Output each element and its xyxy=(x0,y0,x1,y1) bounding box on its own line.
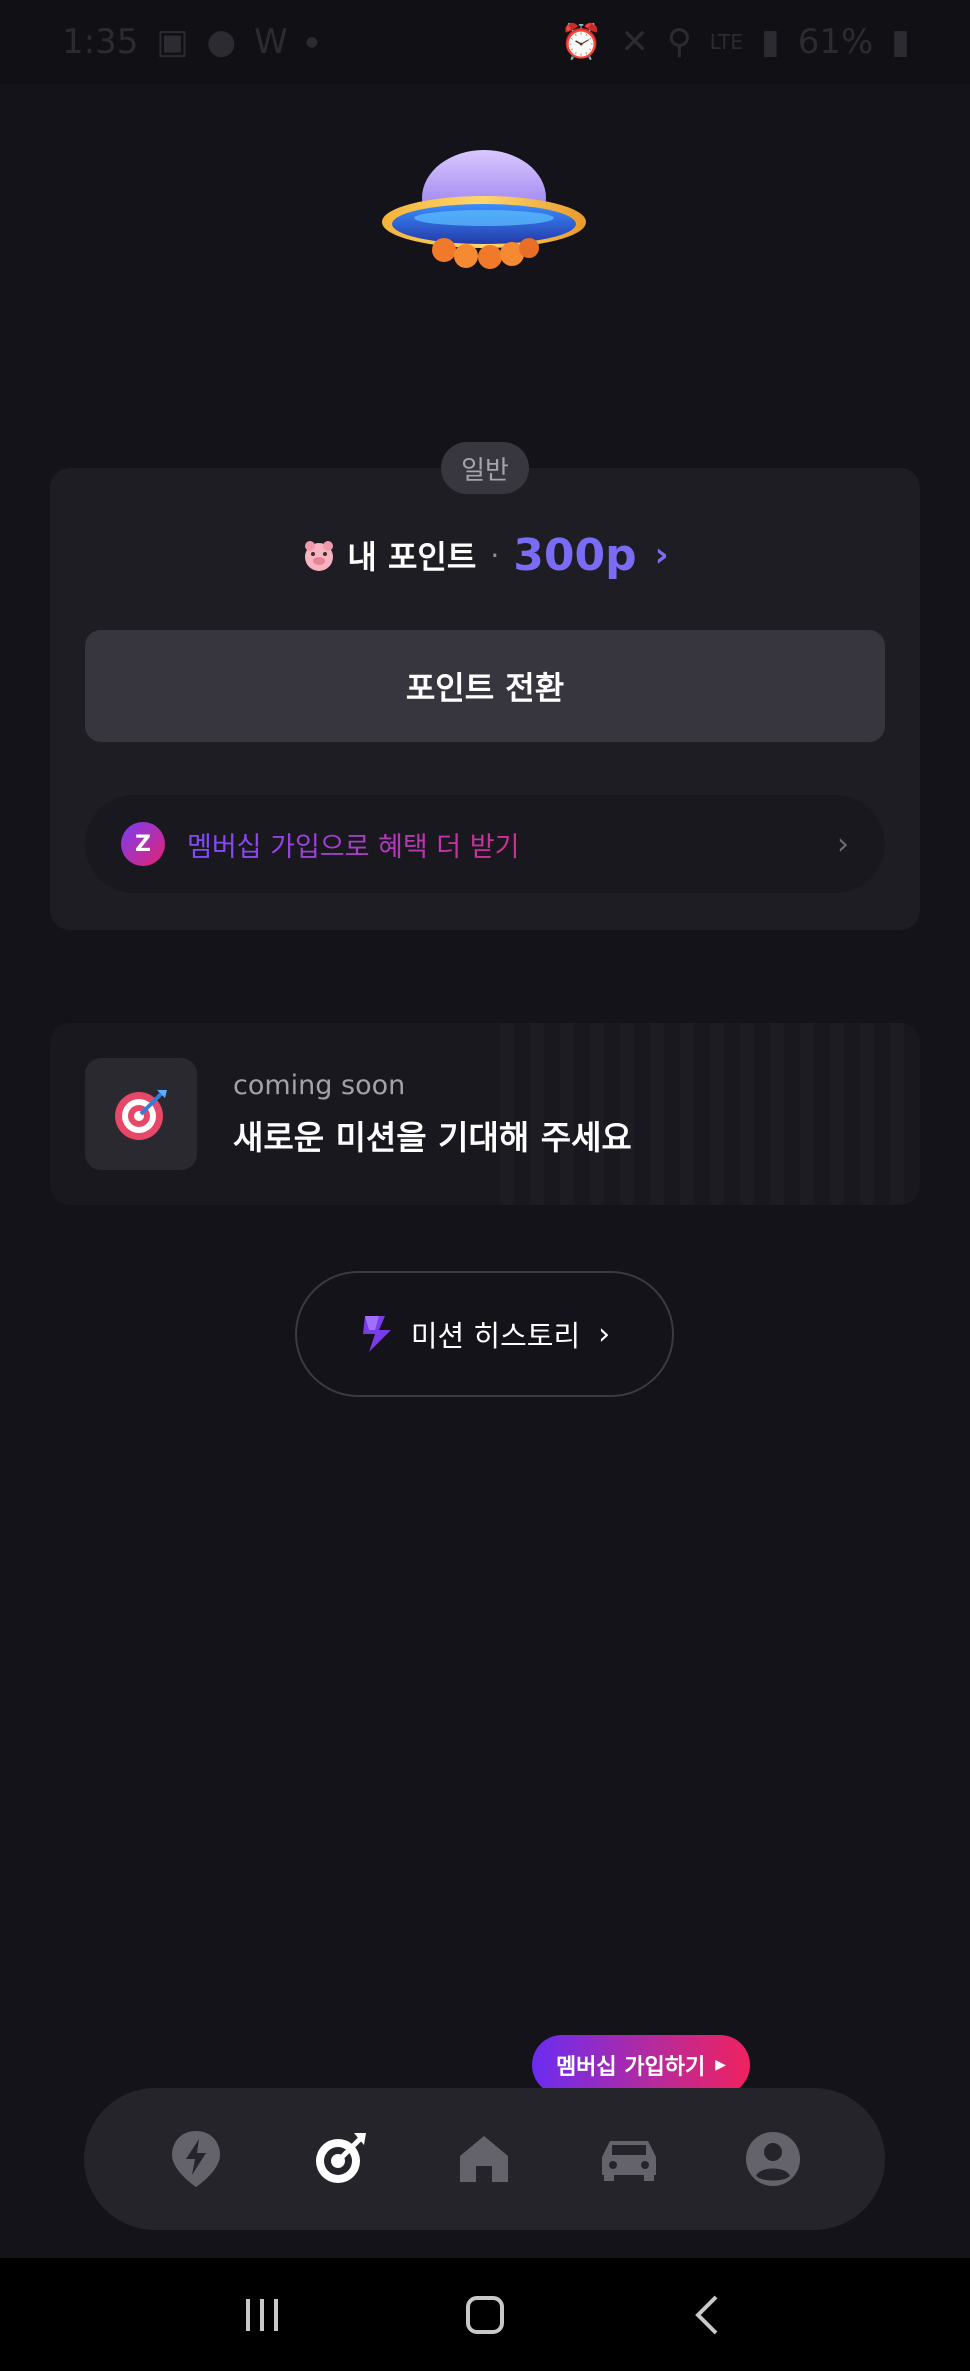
membership-join-tooltip[interactable]: 멤버십 가입하기 ▶ xyxy=(532,2035,750,2095)
back-chevron-icon xyxy=(695,2295,718,2334)
piggy-icon xyxy=(305,541,334,571)
chevron-right-icon: › xyxy=(837,826,849,862)
status-notif-letter: W xyxy=(254,22,288,62)
home-square-icon xyxy=(465,2295,504,2334)
ufo-illustration-icon xyxy=(382,150,586,269)
points-value: 300p xyxy=(513,529,637,581)
car-icon xyxy=(601,2141,656,2181)
system-nav-bar xyxy=(0,2258,970,2371)
status-left: 1:35 ▣ ● W ● xyxy=(62,22,318,62)
my-points-label: 내 포인트 xyxy=(347,538,477,576)
mission-coming-soon-card: coming soon 새로운 미션을 기대해 주세요 xyxy=(50,1023,920,1205)
chevron-right-icon: › xyxy=(654,535,669,575)
profile-icon xyxy=(745,2132,800,2186)
bolt-icon xyxy=(362,1316,391,1352)
mission-history-button[interactable]: 미션 히스토리 › xyxy=(295,1271,674,1397)
nav-mission[interactable] xyxy=(308,2127,372,2191)
status-bar: 1:35 ▣ ● W ● ⏰ ✕ ⚲ LTE ▮ 61% ▮ xyxy=(0,0,970,84)
home-button[interactable] xyxy=(455,2285,515,2345)
mission-title: 새로운 미션을 기대해 주세요 xyxy=(233,1117,632,1157)
my-points-row[interactable]: 내 포인트 · 300p › xyxy=(0,520,970,590)
mission-history-label: 미션 히스토리 xyxy=(410,1319,581,1353)
back-button[interactable] xyxy=(678,2285,738,2345)
signal-icon: ▮ xyxy=(760,22,780,62)
nav-car[interactable] xyxy=(597,2127,661,2191)
recent-apps-icon xyxy=(245,2298,278,2331)
network-label: LTE xyxy=(709,30,743,54)
dart-target-icon xyxy=(115,1090,167,1140)
tooltip-label: 멤버십 가입하기 xyxy=(555,2055,706,2080)
image-notification-icon: ▣ xyxy=(156,22,189,62)
alarm-icon: ⏰ xyxy=(559,22,603,62)
location-icon: ⚲ xyxy=(666,22,692,62)
mute-icon: ✕ xyxy=(620,22,649,62)
recent-apps-button[interactable] xyxy=(232,2285,292,2345)
nav-home[interactable] xyxy=(452,2127,516,2191)
grade-badge: 일반 xyxy=(441,442,529,494)
nav-charge[interactable] xyxy=(164,2127,228,2191)
bolt-pin-icon xyxy=(172,2131,221,2187)
status-right: ⏰ ✕ ⚲ LTE ▮ 61% ▮ xyxy=(560,22,910,62)
chevron-right-icon: › xyxy=(598,1316,611,1352)
battery-level: 61% xyxy=(797,22,874,62)
play-arrow-icon: ▶ xyxy=(715,2057,727,2073)
membership-promo-row[interactable]: Z 멤버십 가입으로 혜택 더 받기 › xyxy=(85,795,885,893)
home-icon xyxy=(460,2136,509,2182)
nav-profile[interactable] xyxy=(741,2127,805,2191)
points-separator: · xyxy=(490,538,500,572)
membership-logo-icon: Z xyxy=(121,822,165,866)
status-time: 1:35 xyxy=(62,22,139,62)
target-icon-box xyxy=(85,1058,197,1170)
battery-icon: ▮ xyxy=(891,22,910,62)
bottom-nav xyxy=(84,2088,885,2230)
point-convert-button[interactable]: 포인트 전환 xyxy=(85,630,885,742)
membership-promo-text: 멤버십 가입으로 혜택 더 받기 xyxy=(187,825,837,864)
target-icon xyxy=(316,2133,367,2183)
dot-icon: ● xyxy=(305,34,318,50)
chat-notification-icon: ● xyxy=(206,22,237,62)
coming-soon-label: coming soon xyxy=(233,1069,406,1101)
